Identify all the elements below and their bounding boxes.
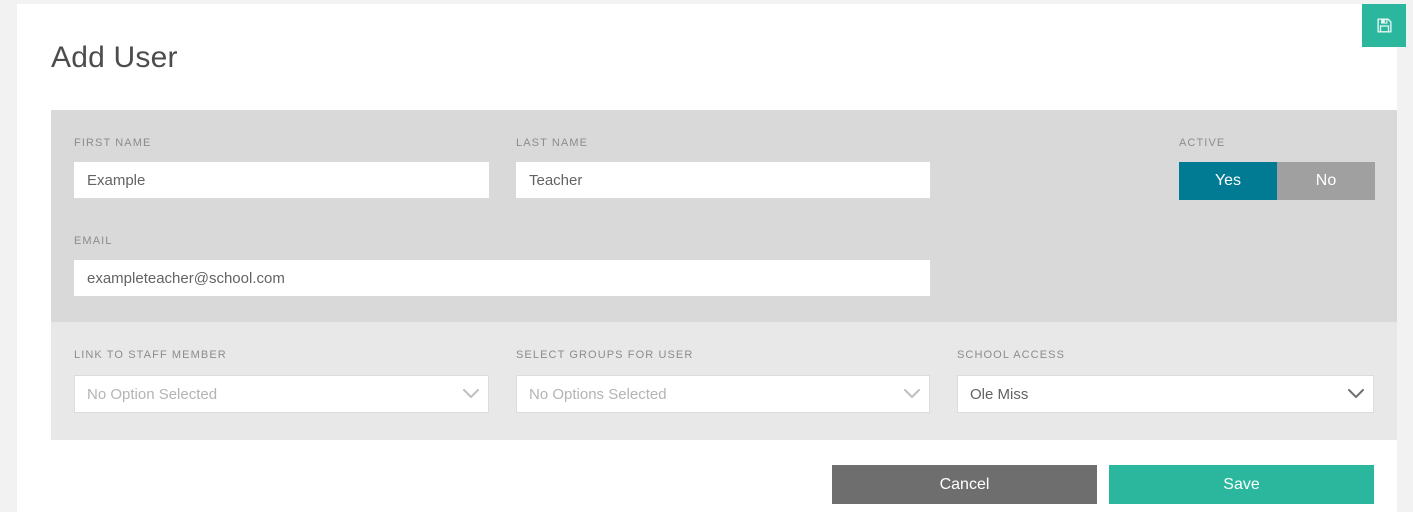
school-access-value: Ole Miss [958,386,1339,403]
floppy-disk-save-icon [1376,17,1393,34]
add-user-card: Add User FIRST NAME LAST NAME ACTIVE Yes… [17,4,1397,512]
chevron-down-icon [454,389,488,399]
active-toggle[interactable]: Yes No [1179,162,1375,200]
quick-save-button[interactable] [1362,4,1406,47]
email-input[interactable] [74,260,930,296]
last-name-input[interactable] [516,162,930,198]
school-access-label: SCHOOL ACCESS [957,349,1065,361]
link-staff-select[interactable]: No Option Selected [74,375,489,413]
active-toggle-no[interactable]: No [1277,162,1375,200]
groups-select[interactable]: No Options Selected [516,375,930,413]
school-access-select[interactable]: Ole Miss [957,375,1374,413]
last-name-label: LAST NAME [516,137,588,149]
groups-label: SELECT GROUPS FOR USER [516,349,693,361]
cancel-button[interactable]: Cancel [832,465,1097,504]
groups-value: No Options Selected [517,386,895,403]
page-title: Add User [51,38,178,78]
chevron-down-icon [895,389,929,399]
active-label: ACTIVE [1179,137,1225,149]
save-button[interactable]: Save [1109,465,1374,504]
link-staff-value: No Option Selected [75,386,454,403]
link-staff-label: LINK TO STAFF MEMBER [74,349,227,361]
user-details-section: FIRST NAME LAST NAME ACTIVE Yes No EMAIL [51,110,1397,322]
active-toggle-yes[interactable]: Yes [1179,162,1277,200]
email-label: EMAIL [74,235,113,247]
first-name-label: FIRST NAME [74,137,151,149]
access-section: LINK TO STAFF MEMBER No Option Selected … [51,322,1397,440]
first-name-input[interactable] [74,162,489,198]
chevron-down-icon [1339,389,1373,399]
